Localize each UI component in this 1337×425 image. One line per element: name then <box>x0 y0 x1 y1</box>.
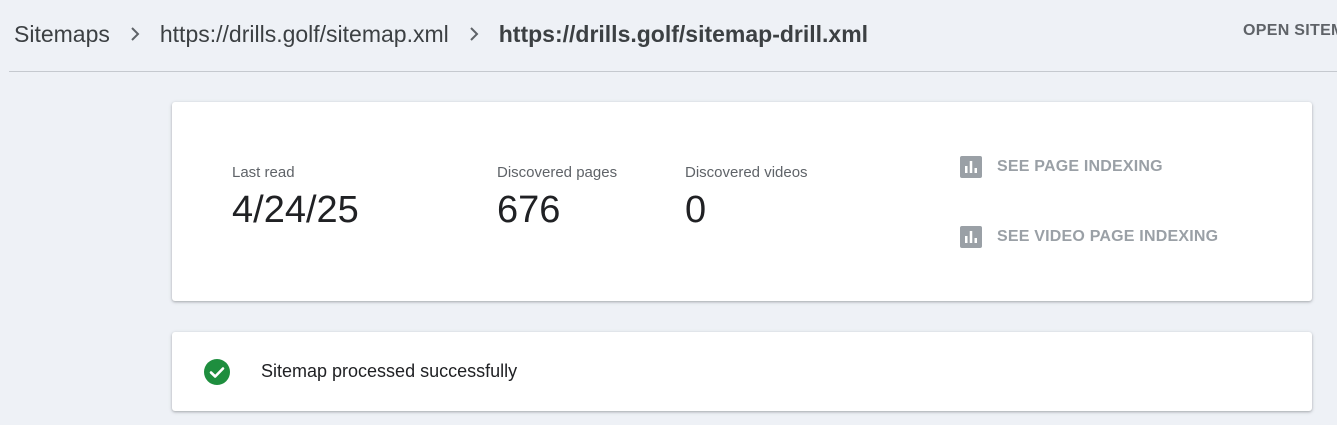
breadcrumb-sitemaps-link[interactable]: Sitemaps <box>14 21 110 48</box>
last-read-stat: Last read 4/24/25 <box>232 164 359 232</box>
check-circle-icon <box>204 359 230 385</box>
last-read-label: Last read <box>232 164 295 181</box>
bar-chart-icon <box>960 156 982 178</box>
chevron-right-icon <box>110 26 160 42</box>
discovered-pages-stat: Discovered pages 676 <box>497 164 617 232</box>
discovered-pages-label: Discovered pages <box>497 164 618 181</box>
sitemap-status-card: Sitemap processed successfully <box>172 332 1312 411</box>
breadcrumb-current-sitemap: https://drills.golf/sitemap-drill.xml <box>498 20 869 47</box>
open-sitemap-button[interactable]: OPEN SITEMAP <box>1243 22 1337 40</box>
page-header: Sitemaps https://drills.golf/sitemap.xml… <box>0 0 1337 72</box>
discovered-videos-value: 0 <box>685 189 707 231</box>
see-video-page-indexing-label: SEE VIDEO PAGE INDEXING <box>997 228 1219 245</box>
header-divider <box>9 71 1337 72</box>
status-message: Sitemap processed successfully <box>261 361 518 381</box>
see-page-indexing-label: SEE PAGE INDEXING <box>997 158 1163 175</box>
bar-chart-icon <box>960 226 982 248</box>
sitemap-stats-card: Last read 4/24/25 Discovered pages 676 D… <box>172 102 1312 301</box>
discovered-videos-stat: Discovered videos 0 <box>685 164 808 232</box>
see-video-page-indexing-button[interactable]: SEE VIDEO PAGE INDEXING <box>960 226 1218 248</box>
chevron-right-icon <box>449 26 499 42</box>
last-read-value: 4/24/25 <box>232 189 359 231</box>
breadcrumb: Sitemaps https://drills.golf/sitemap.xml… <box>14 18 868 50</box>
discovered-pages-value: 676 <box>497 189 561 231</box>
breadcrumb-sitemap-index-link[interactable]: https://drills.golf/sitemap.xml <box>160 21 449 48</box>
discovered-videos-label: Discovered videos <box>685 164 808 181</box>
see-page-indexing-button[interactable]: SEE PAGE INDEXING <box>960 156 1163 178</box>
